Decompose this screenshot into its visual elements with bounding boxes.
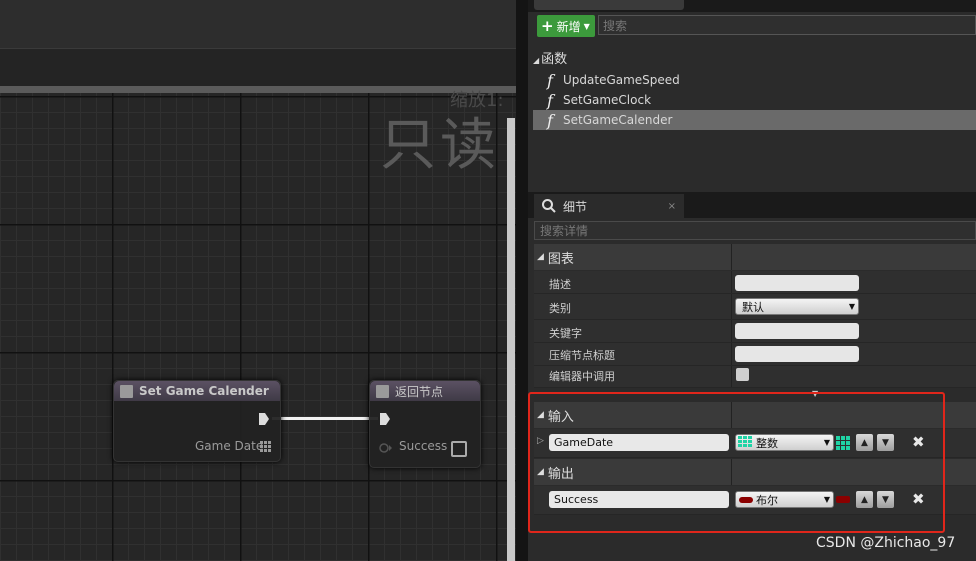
function-icon	[120, 384, 133, 398]
readonly-watermark: 只读	[380, 113, 500, 178]
details-tab[interactable]: 细节 ×	[534, 194, 684, 218]
exec-wire	[272, 417, 378, 420]
property-label: 压缩节点标题	[549, 349, 615, 362]
function-item-label: SetGameCalender	[563, 113, 673, 127]
pin-label-success: Success	[399, 439, 448, 453]
node-return[interactable]: 返回节点 Success	[369, 380, 481, 468]
function-item-update-game-speed[interactable]: f UpdateGameSpeed	[533, 70, 976, 90]
pin-label-game-date: Game Date	[195, 439, 264, 453]
call-in-editor-checkbox[interactable]	[736, 368, 749, 381]
keywords-input[interactable]	[735, 323, 859, 339]
my-blueprint-search-input[interactable]: 搜索	[598, 15, 976, 35]
chevron-down-icon: ▼	[848, 302, 856, 311]
function-item-label: UpdateGameSpeed	[563, 73, 680, 87]
integer-grid-icon[interactable]	[260, 441, 272, 453]
close-icon[interactable]: ×	[668, 201, 676, 212]
property-row-description: 描述	[534, 271, 976, 294]
details-tab-label: 细节	[563, 199, 588, 214]
column-divider	[731, 320, 732, 342]
property-label: 编辑器中调用	[549, 370, 615, 383]
description-input[interactable]	[735, 275, 859, 291]
property-row-call-in-editor: 编辑器中调用	[534, 366, 976, 388]
exec-output-pin[interactable]	[259, 413, 269, 425]
compact-title-input[interactable]	[735, 346, 859, 362]
bool-pin-icon[interactable]	[379, 442, 393, 454]
column-divider	[731, 244, 732, 270]
column-divider	[731, 366, 732, 387]
category-value: 默认	[742, 300, 764, 314]
functions-section-header[interactable]: ◢ 函数	[533, 48, 567, 67]
success-checkbox[interactable]	[451, 441, 467, 457]
add-new-label: 新增	[556, 19, 581, 34]
function-icon: f	[547, 110, 553, 130]
magnifier-icon	[542, 199, 556, 213]
function-icon: f	[547, 70, 553, 90]
graph-toolbar	[0, 0, 528, 48]
return-icon	[376, 384, 389, 398]
node-title: Set Game Calender	[139, 384, 269, 398]
column-divider	[731, 294, 732, 319]
plus-icon: +	[541, 17, 554, 35]
graph-section-title: 图表	[547, 251, 574, 267]
function-icon: f	[547, 90, 553, 110]
chevron-down-icon: ▼	[583, 21, 590, 31]
csdn-watermark: CSDN @Zhichao_97	[816, 535, 956, 551]
node-title: 返回节点	[395, 384, 444, 399]
collapse-triangle-icon: ◢	[537, 252, 544, 262]
details-search-input[interactable]: 搜索详情	[534, 221, 976, 240]
property-label: 类别	[549, 302, 571, 315]
graph-scrollbar[interactable]	[507, 118, 515, 561]
property-label: 描述	[549, 278, 571, 291]
function-item-set-game-calender[interactable]: f SetGameCalender	[533, 110, 976, 130]
category-dropdown[interactable]: 默认 ▼	[735, 298, 859, 315]
property-row-category: 类别 默认 ▼	[534, 294, 976, 320]
exec-input-pin[interactable]	[380, 413, 390, 425]
graph-section-header[interactable]: ◢ 图表	[534, 244, 976, 270]
add-new-button[interactable]: + 新增 ▼	[537, 15, 595, 37]
functions-section-title: 函数	[541, 52, 568, 67]
node-header[interactable]: 返回节点	[370, 381, 480, 401]
node-set-game-calender[interactable]: Set Game Calender Game Date	[113, 380, 281, 462]
property-label: 关键字	[549, 327, 582, 340]
column-divider	[731, 271, 732, 293]
property-row-compact-title: 压缩节点标题	[534, 343, 976, 366]
property-row-keywords: 关键字	[534, 320, 976, 343]
panel-splitter[interactable]	[516, 0, 528, 561]
function-item-set-game-clock[interactable]: f SetGameClock	[533, 90, 976, 110]
highlight-annotation-box	[528, 392, 945, 533]
my-blueprint-tab[interactable]	[534, 0, 684, 10]
collapse-triangle-icon: ◢	[533, 56, 540, 65]
graph-breadcrumb-bar	[0, 48, 528, 87]
node-header[interactable]: Set Game Calender	[114, 381, 280, 401]
function-item-label: SetGameClock	[563, 93, 652, 107]
column-divider	[731, 343, 732, 365]
